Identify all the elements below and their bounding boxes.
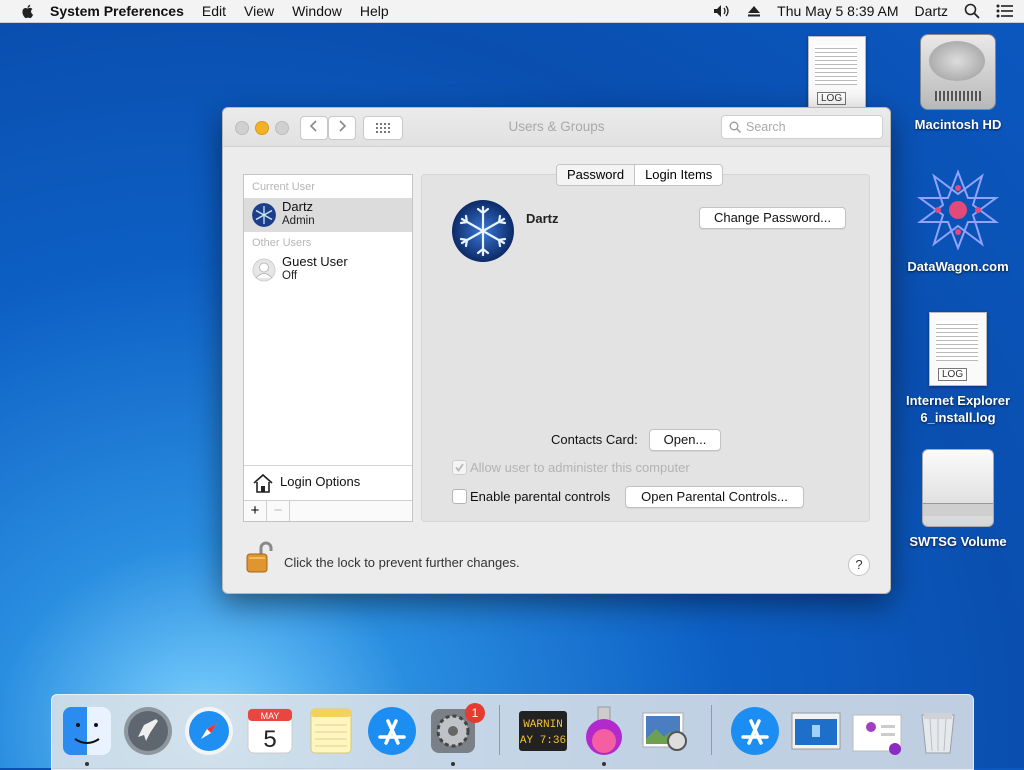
menu-view[interactable]: View	[244, 3, 274, 19]
menu-edit[interactable]: Edit	[202, 3, 226, 19]
guest-user-icon	[252, 258, 276, 282]
log-tag: LOG	[938, 368, 968, 381]
dock-separator	[499, 705, 500, 755]
user-picture[interactable]	[451, 199, 515, 263]
desktop-icon-label: SWTSG Volume	[909, 534, 1007, 549]
other-users-header: Other Users	[252, 237, 312, 249]
lock-status-text: Click the lock to prevent further change…	[284, 555, 520, 570]
open-contacts-card-button[interactable]: Open...	[649, 429, 721, 451]
eject-icon[interactable]	[747, 4, 761, 18]
log-file-icon: LOG	[929, 312, 987, 386]
calendar-day: 5	[263, 726, 276, 753]
allow-admin-checkbox[interactable]	[452, 460, 467, 475]
change-password-button[interactable]: Change Password...	[699, 207, 846, 229]
calendar-icon[interactable]: MAY 5	[244, 705, 296, 757]
desktop-icon-label: Macintosh HD	[914, 117, 1002, 132]
document-stack-icon[interactable]	[851, 705, 903, 757]
menubar-clock[interactable]: Thu May 5 8:39 AM	[777, 3, 898, 19]
user-list: Current User Dartz Admin Other Users Gue…	[243, 174, 413, 522]
notes-icon[interactable]	[305, 705, 357, 757]
running-indicator	[602, 762, 606, 766]
unlocked-padlock-icon[interactable]	[245, 540, 273, 574]
running-indicator	[85, 762, 89, 766]
house-icon	[253, 473, 273, 493]
windows-screen-icon[interactable]	[790, 705, 842, 757]
help-button[interactable]: ?	[848, 554, 870, 576]
user-name: Dartz	[282, 199, 314, 214]
current-user-header: Current User	[252, 181, 315, 193]
finder-icon[interactable]	[61, 705, 113, 757]
datawagon-star-icon	[916, 169, 1000, 251]
hard-drive-icon	[920, 34, 996, 110]
desktop-icon-datawagon[interactable]: DataWagon.com	[903, 168, 1013, 275]
user-role: Admin	[282, 215, 315, 227]
checkmark-icon	[455, 463, 464, 472]
log-tag: LOG	[817, 92, 847, 105]
calendar-month: MAY	[261, 711, 280, 721]
search-placeholder: Search	[746, 120, 786, 134]
login-options-label: Login Options	[280, 474, 361, 489]
parental-controls-label: Enable parental controls	[470, 489, 611, 504]
desktop-icon-label: DataWagon.com	[907, 259, 1009, 274]
user-status: Off	[282, 270, 298, 282]
launchpad-icon[interactable]	[122, 705, 174, 757]
desktop-icon-swtsg-volume[interactable]: SWTSG Volume	[903, 449, 1013, 550]
app-store-folder-icon[interactable]	[729, 705, 781, 757]
user-row-dartz[interactable]: Dartz Admin	[244, 198, 412, 232]
volume-icon[interactable]	[713, 4, 731, 18]
menu-window[interactable]: Window	[292, 3, 342, 19]
tab-login-items[interactable]: Login Items	[635, 165, 722, 185]
menu-bar: System Preferences Edit View Window Help…	[0, 0, 1024, 23]
contacts-card-label: Contacts Card:	[551, 432, 638, 447]
parental-controls-checkbox[interactable]	[452, 489, 467, 504]
installer-orb-icon[interactable]	[578, 705, 630, 757]
menu-app-name[interactable]: System Preferences	[50, 3, 184, 19]
console-line-1: WARNIN	[523, 719, 563, 731]
spotlight-search-icon[interactable]	[964, 3, 980, 19]
dock: MAY 5 1 WARNIN AY 7:36	[51, 694, 974, 770]
search-icon	[729, 121, 741, 133]
window-titlebar[interactable]: Users & Groups Search	[223, 108, 890, 147]
dock-separator	[711, 705, 712, 755]
add-user-button[interactable]: +	[244, 501, 267, 521]
tab-bar: Password Login Items	[556, 164, 724, 186]
open-parental-controls-button[interactable]: Open Parental Controls...	[625, 486, 804, 508]
log-file-icon-partial[interactable]: LOG	[808, 36, 866, 110]
preview-icon[interactable]	[639, 705, 691, 757]
running-indicator	[451, 762, 455, 766]
apple-menu-icon[interactable]	[20, 3, 36, 19]
console-line-2: AY 7:36	[520, 735, 566, 747]
trash-icon[interactable]	[912, 705, 964, 757]
remove-user-button[interactable]: −	[267, 501, 290, 521]
snowflake-avatar-icon	[252, 203, 276, 227]
safari-icon[interactable]	[183, 705, 235, 757]
selected-user-name: Dartz	[526, 211, 559, 226]
desktop-icon-macintosh-hd[interactable]: Macintosh HD	[903, 34, 1013, 133]
search-input[interactable]: Search	[721, 115, 883, 139]
add-remove-bar: + −	[244, 500, 412, 521]
external-volume-icon	[922, 449, 994, 527]
users-groups-window: Users & Groups Search Current User Dartz…	[222, 107, 891, 594]
menu-help[interactable]: Help	[360, 3, 389, 19]
menubar-user[interactable]: Dartz	[915, 3, 948, 19]
app-store-icon[interactable]	[366, 705, 418, 757]
notification-center-icon[interactable]	[996, 4, 1014, 18]
user-name: Guest User	[282, 254, 348, 269]
desktop-icon-label: Internet Explorer 6_install.log	[905, 393, 1011, 425]
user-row-guest[interactable]: Guest User Off	[244, 253, 412, 287]
desktop-icon-ie6-log[interactable]: LOG Internet Explorer 6_install.log	[903, 312, 1013, 426]
allow-admin-label: Allow user to administer this computer	[470, 460, 690, 475]
notification-badge: 1	[465, 703, 485, 723]
tab-password[interactable]: Password	[557, 165, 636, 185]
console-icon[interactable]: WARNIN AY 7:36	[517, 705, 569, 757]
login-options-item[interactable]: Login Options	[244, 465, 412, 500]
